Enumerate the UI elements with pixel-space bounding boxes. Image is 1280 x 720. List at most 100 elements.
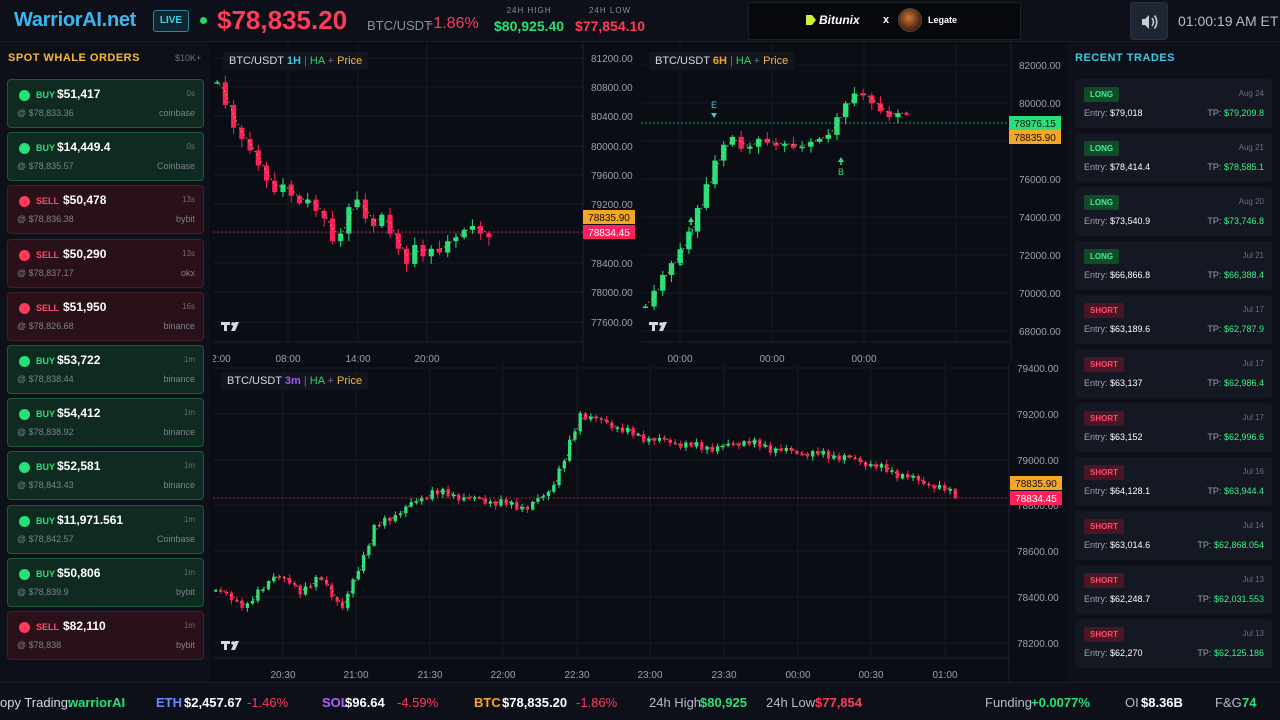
whale-order-card[interactable]: SELL $50,478 13s @ $78,836.38 bybit [7,185,204,235]
y-tick-label: 79400.00 [1017,364,1059,375]
trade-card[interactable]: SHORT Jul 14 Entry: $63,014.6 TP: $62,868.0… [1075,511,1272,560]
candle-body [371,218,377,227]
candle-body [885,463,889,473]
order-exchange: coinbase [158,108,195,118]
trade-date: Jul 17 [1242,305,1264,314]
tp-label: TP: [1197,648,1212,658]
sponsor-banner[interactable]: Bitunix x Legate [748,2,1021,40]
y-tick-label: 77600.00 [591,318,633,329]
x-tick-label: 20:30 [270,670,295,681]
whale-order-card[interactable]: BUY $11,971.561 1m @ $78,842.57 Coinbase [7,504,204,554]
order-age: 1m [183,461,195,471]
trade-date: Jul 16 [1242,467,1264,476]
chart-1h-canvas[interactable]: 81200.00 80800.00 80400.00 80000.00 79600.00… [211,42,639,365]
trade-date: Jul 17 [1242,413,1264,422]
order-age: 16s [182,301,195,311]
trade-card[interactable]: LONG Jul 21 Entry: $66,866.8 TP: $66,388.4 [1075,241,1272,290]
trade-card[interactable]: SHORT Jul 13 Entry: $62,248.7 TP: $62,031.5… [1075,565,1272,614]
trade-card[interactable]: SHORT Jul 16 Entry: $64,128.1 TP: $63,944.4 [1075,457,1272,506]
trade-card[interactable]: SHORT Jul 13 Entry: $62,270 TP: $62,125.186 [1075,619,1272,668]
trade-card[interactable]: LONG Aug 20 Entry: $73,540.9 TP: $73,746.8 [1075,187,1272,236]
tp-value: $62,986.4 [1223,378,1264,388]
bottom-ticker: opy Trading: warriorAI ETH $2,457.67 -1.… [0,682,1280,720]
candle-body [799,146,805,149]
trade-card[interactable]: SHORT Jul 17 Entry: $63,152 TP: $62,996.6 [1075,403,1272,452]
candle-body [235,600,239,602]
chart-symbol: BTC/USDT [229,55,284,67]
whale-order-card[interactable]: SELL $50,290 13s @ $78,837.17 okx [7,238,204,288]
chart-timeframe[interactable]: 6H [713,55,727,67]
trade-side-badge: SHORT [1084,573,1124,588]
candle-body [222,82,228,105]
side-dot [19,302,30,314]
side-dot [19,515,30,527]
y-tick-label: 76000.00 [1019,175,1061,186]
price-tag-label: 78834.45 [588,228,630,239]
order-price: @ $78,839.9 [17,586,69,597]
price-change: -1.86% [428,15,479,32]
candle-body [729,136,736,145]
entry-value: $63,189.6 [1110,324,1151,334]
order-price: @ $78,838 [17,640,62,650]
candle-body [240,600,244,609]
sponsor-brand: Bitunix [819,13,860,27]
side-dot [19,622,30,633]
order-amount: $52,581 [57,459,101,474]
candle-body [504,499,508,505]
y-tick-label: 72000.00 [1019,251,1061,262]
candle-body [229,592,234,601]
y-tick-label: 79200.00 [1017,410,1059,421]
whale-order-card[interactable]: BUY $54,412 1m @ $78,838.92 binance [7,398,204,448]
sponsor-partner: Legate [928,15,958,25]
trade-tp: TP: $62,986.4 [1207,378,1264,388]
whale-order-card[interactable]: BUY $51,417 0s @ $78,833.36 coinbase [7,79,204,128]
tp-label: TP: [1207,162,1222,172]
entry-value: $62,248.7 [1110,594,1151,604]
trade-card[interactable]: LONG Aug 21 Entry: $78,414.4 TP: $78,585.1 [1075,133,1272,182]
x-tick-label: 01:00 [932,670,957,681]
chart-6h[interactable]: 82000.00 80000.00 76000.00 74000.00 72000.00… [641,42,1067,365]
chart-6h-canvas[interactable]: 82000.00 80000.00 76000.00 74000.00 72000.00… [641,42,1067,365]
candle-body [214,82,220,84]
tp-value: $78,585.1 [1223,162,1264,172]
whale-order-card[interactable]: BUY $14,449.4 0s @ $78,835.57 Coinbase [7,132,204,182]
high-value: $80,925.40 [494,18,565,34]
order-side: BUY [36,356,56,366]
whale-order-card[interactable]: SELL $51,950 16s @ $78,826.68 binance [7,291,204,341]
fg-value: 74 [1242,695,1257,710]
chart-3m[interactable]: 79400.00 79200.00 79000.00 78800.00 78600.00… [213,364,1067,682]
chart-6h-title: BTC/USDT 6H | HA + Price [649,52,795,70]
clock: 01:00:19 AM ET [1178,13,1279,29]
trade-entry: Entry: $63,189.6 [1084,324,1150,334]
trade-card[interactable]: LONG Aug 24 Entry: $79,018 TP: $79,209.8 [1075,79,1272,128]
order-side: SELL [36,249,60,260]
whale-order-card[interactable]: BUY $50,806 1m @ $78,839.9 bybit [7,557,204,607]
signal-marker-label: B [678,257,684,267]
copy-name[interactable]: warriorAI [68,695,125,710]
x-tick-label: 00:30 [858,670,883,681]
signal-marker: E [711,100,717,118]
chart-3m-canvas[interactable]: 79400.0079200.0079000.0078800.0078600.00… [213,364,1067,682]
whale-order-card[interactable]: BUY $53,722 1m @ $78,838.44 binance [7,345,204,394]
y-tick-label: 78000.00 [591,288,633,299]
chart-timeframe[interactable]: 3m [285,375,301,387]
candle-body [231,104,237,128]
volume-button[interactable] [1130,2,1168,40]
chart-1h[interactable]: 81200.00 80800.00 80400.00 80000.00 79600.00… [211,42,639,365]
tradingview-icon [649,322,667,331]
whale-order-card[interactable]: BUY $52,581 1m @ $78,843.43 binance [7,451,204,501]
order-age: 13s [182,248,195,258]
entry-value: $79,018 [1110,108,1143,118]
order-amount: $11,971.561 [57,512,124,527]
entry-value: $73,540.9 [1110,216,1151,226]
trade-card[interactable]: SHORT Jul 17 Entry: $63,189.6 TP: $62,787.9 [1075,295,1272,344]
tp-value: $62,031.553 [1213,594,1264,604]
trade-card[interactable]: SHORT Jul 17 Entry: $63,137 TP: $62,986.4 [1075,349,1272,398]
order-amount: $14,449.4 [57,140,111,155]
chart-timeframe[interactable]: 1H [287,55,301,67]
order-price: @ $78,838.92 [17,427,74,438]
order-amount: $51,417 [57,87,101,101]
brand-logo[interactable]: WarriorAI.net [14,9,136,32]
whale-order-card[interactable]: SELL $82,110 1m @ $78,838 bybit [7,611,204,660]
x-tick-label: 22:30 [564,670,589,681]
